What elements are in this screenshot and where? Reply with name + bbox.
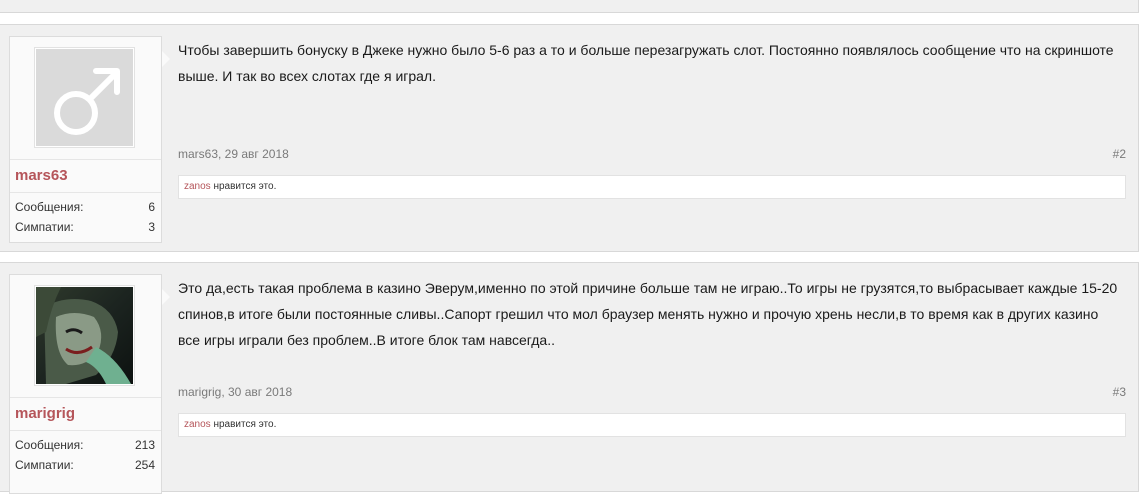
stat-value: 3 — [148, 220, 155, 234]
post-message: Это да,есть такая проблема в казино Эвер… — [178, 280, 1118, 348]
username-link[interactable]: marigrig — [15, 405, 75, 422]
post-meta-link[interactable]: mars63, 29 авг 2018 — [178, 147, 289, 161]
avatar-frame[interactable] — [34, 285, 135, 386]
avatar-frame[interactable] — [34, 47, 135, 148]
stat-messages: Сообщения: 6 — [15, 200, 155, 214]
stat-label: Симпатии: — [15, 220, 74, 234]
liker-link[interactable]: zanos — [184, 419, 211, 430]
liker-link[interactable]: zanos — [184, 181, 211, 192]
username-link[interactable]: mars63 — [15, 167, 68, 184]
post-number-link[interactable]: #3 — [1113, 385, 1126, 399]
user-info-panel: marigrig Сообщения: 213 Симпатии: 254 — [9, 274, 170, 494]
stat-value[interactable]: 213 — [135, 438, 155, 452]
divider — [10, 192, 161, 193]
previous-post-edge — [0, 0, 1139, 13]
likes-text: нравится это. — [210, 419, 277, 430]
likes-summary: zanos нравится это. — [178, 413, 1126, 437]
stat-messages: Сообщения: 213 — [15, 438, 155, 452]
divider — [10, 159, 161, 160]
forum-post: marigrig Сообщения: 213 Симпатии: 254 Эт… — [0, 262, 1139, 494]
stat-value: 254 — [134, 458, 155, 472]
forum-post: mars63 Сообщения: 6 Симпатии: 3 Чтобы за… — [0, 24, 1139, 252]
post-number-link[interactable]: #2 — [1113, 147, 1126, 161]
likes-summary: zanos нравится это. — [178, 175, 1126, 199]
user-info-panel: mars63 Сообщения: 6 Симпатии: 3 — [9, 36, 170, 243]
stat-label: Сообщения: — [15, 438, 84, 452]
stat-value[interactable]: 6 — [148, 200, 155, 214]
likes-text: нравится это. — [210, 181, 277, 192]
divider — [10, 397, 161, 398]
stat-likes: Симпатии: 254 — [15, 458, 155, 472]
post-meta-link[interactable]: marigrig, 30 авг 2018 — [178, 385, 292, 399]
divider — [10, 430, 161, 431]
stat-label: Симпатии: — [15, 458, 74, 472]
stat-likes: Симпатии: 3 — [15, 220, 155, 234]
post-message: Чтобы завершить бонуску в Джеке нужно бы… — [178, 42, 1114, 84]
male-symbol-icon — [36, 49, 133, 146]
stat-label: Сообщения: — [15, 200, 84, 214]
joker-avatar — [36, 287, 133, 384]
